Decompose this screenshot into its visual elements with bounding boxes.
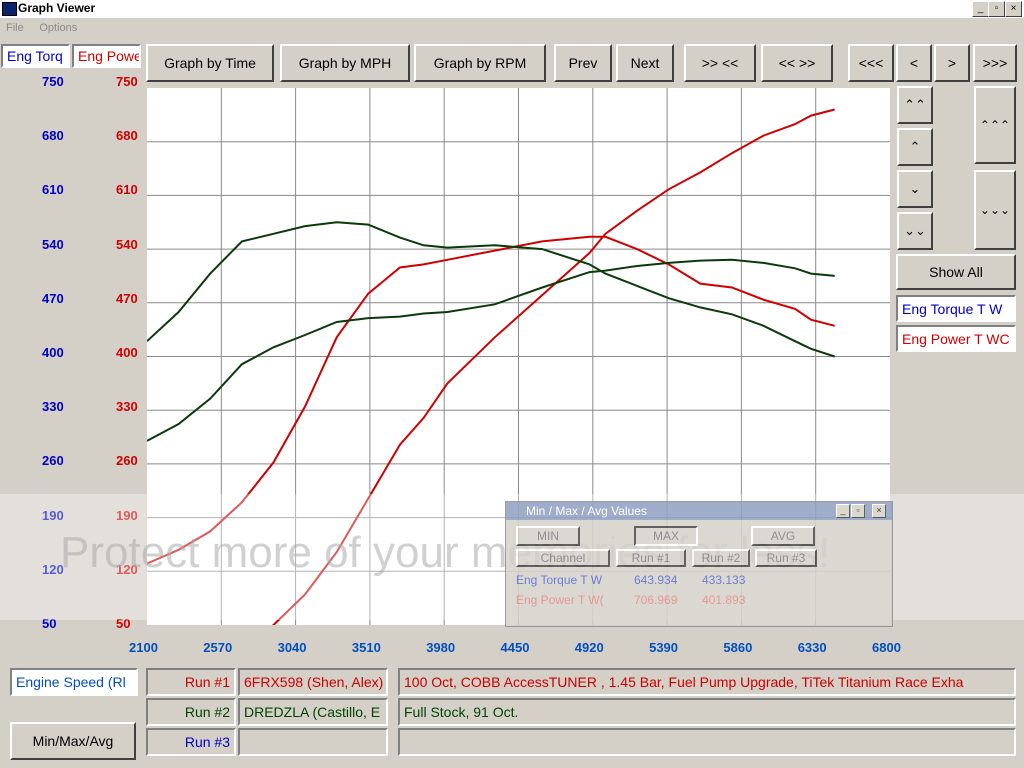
x-axis-tick: 4450 [500, 640, 530, 655]
power-axis-tick: 50 [116, 616, 131, 631]
x-axis-tick: 3980 [426, 640, 456, 655]
prev-button[interactable]: Prev [554, 44, 612, 82]
torque-axis-tick: 610 [42, 182, 64, 198]
menu-file[interactable]: File [6, 22, 24, 34]
close-button[interactable]: × [1005, 1, 1022, 17]
scroll-up-page-button[interactable]: ⌃⌃ [897, 86, 933, 124]
x-axis-tick: 2100 [129, 640, 158, 655]
power-axis-tick: 190 [116, 507, 138, 523]
dialog-minimize-button[interactable]: _ [836, 504, 850, 518]
dialog-header-run2: Run #2 [692, 549, 750, 567]
dialog-row-power-run2: 401.893 [702, 593, 746, 607]
run1-description[interactable]: 100 Oct, COBB AccessTUNER , 1.45 Bar, Fu… [398, 668, 1016, 696]
torque-axis-tick: 50 [42, 616, 57, 631]
scroll-down-button[interactable]: ⌄ [897, 170, 933, 208]
scroll-left-button[interactable]: < [896, 44, 932, 82]
dialog-titlebar: Min / Max / Avg Values _ ▫ × [506, 502, 892, 520]
graph-by-mph-button[interactable]: Graph by MPH [280, 44, 410, 82]
torque-axis-tick: 330 [42, 399, 64, 415]
menu-options[interactable]: Options [39, 22, 77, 34]
scale-down-button[interactable]: ⌄⌄⌄ [974, 170, 1016, 250]
dialog-header-run1: Run #1 [616, 549, 686, 567]
power-axis-tick: 750 [116, 74, 138, 89]
scroll-down-page-button[interactable]: ⌄⌄ [897, 212, 933, 250]
zoom-in-button[interactable]: >> << [684, 44, 756, 82]
menu-bar: File Options [0, 19, 1024, 37]
run2-label: Run #2 [146, 698, 236, 726]
maximize-button[interactable]: ▫ [988, 1, 1005, 17]
dialog-row-torque-channel: Eng Torque T W [516, 573, 603, 587]
minmaxavg-dialog: Min / Max / Avg Values _ ▫ × MIN MAX AVG… [505, 501, 893, 627]
x-axis-tick: 5860 [723, 640, 753, 655]
dialog-header-run3: Run #3 [755, 549, 817, 567]
power-axis-tick: 330 [116, 399, 138, 415]
dialog-row-torque-run1: 643.934 [634, 573, 678, 587]
torque-axis-tick: 260 [42, 453, 64, 469]
power-axis-tick: 610 [116, 182, 138, 198]
power-channel-field[interactable]: Eng Powe [72, 44, 141, 68]
torque-axis-tick: 190 [42, 507, 64, 523]
window-title: Graph Viewer [18, 1, 96, 15]
run2-description[interactable]: Full Stock, 91 Oct. [398, 698, 1016, 726]
dialog-avg-button[interactable]: AVG [751, 526, 815, 546]
torque-channel-field[interactable]: Eng Torq [1, 44, 70, 68]
zoom-out-button[interactable]: << >> [761, 44, 833, 82]
title-bar: Graph Viewer _ ▫ × [0, 0, 1024, 18]
x-channel-field[interactable]: Engine Speed (Rl [10, 668, 138, 696]
run3-label: Run #3 [146, 728, 236, 756]
power-axis-tick: 400 [116, 345, 138, 360]
scroll-first-button[interactable]: <<< [848, 44, 894, 82]
dialog-row-power-channel: Eng Power T W( [516, 593, 604, 607]
torque-axis-tick: 750 [42, 74, 64, 89]
dialog-title: Min / Max / Avg Values [526, 504, 647, 518]
power-axis-tick: 680 [116, 128, 138, 144]
minmaxavg-button[interactable]: Min/Max/Avg [10, 722, 136, 760]
x-axis-tick: 3040 [277, 640, 307, 655]
app-icon [2, 2, 17, 16]
x-axis-tick: 4920 [574, 640, 604, 655]
torque-axis-tick: 400 [42, 345, 64, 360]
graph-by-rpm-button[interactable]: Graph by RPM [414, 44, 546, 82]
scroll-up-button[interactable]: ⌃ [897, 128, 933, 166]
x-axis-tick: 3510 [351, 640, 381, 655]
x-axis-tick: 2570 [203, 640, 233, 655]
torque-axis-tick: 470 [42, 290, 64, 306]
run3-description[interactable] [398, 728, 1016, 756]
dialog-max-button[interactable]: MAX [634, 526, 698, 546]
dialog-row-torque-run2: 433.133 [702, 573, 746, 587]
x-axis-tick: 6800 [872, 640, 901, 655]
run1-label: Run #1 [146, 668, 236, 696]
dialog-row-power-run1: 706.969 [634, 593, 678, 607]
legend-torque[interactable]: Eng Torque T W [896, 295, 1016, 322]
next-button[interactable]: Next [616, 44, 674, 82]
torque-axis-tick: 120 [42, 561, 64, 577]
minimize-button[interactable]: _ [972, 1, 989, 17]
dialog-close-button[interactable]: × [872, 504, 886, 518]
show-all-button[interactable]: Show All [896, 254, 1016, 290]
x-axis-tick: 5390 [649, 640, 679, 655]
scroll-right-button[interactable]: > [934, 44, 970, 82]
power-axis-tick: 260 [116, 453, 138, 469]
run1-name[interactable]: 6FRX598 (Shen, Alex) [238, 668, 388, 696]
legend-power[interactable]: Eng Power T WC [896, 325, 1016, 352]
run3-name[interactable] [238, 728, 388, 756]
dialog-maximize-button[interactable]: ▫ [851, 504, 865, 518]
scroll-last-button[interactable]: >>> [973, 44, 1017, 82]
dialog-header-channel: Channel [516, 549, 610, 567]
power-axis-tick: 470 [116, 290, 138, 306]
power-axis-tick: 120 [116, 561, 138, 577]
scale-up-button[interactable]: ⌃⌃⌃ [974, 86, 1016, 164]
torque-axis-tick: 540 [42, 236, 64, 252]
power-axis-tick: 540 [116, 236, 138, 252]
x-axis-tick: 6330 [797, 640, 827, 655]
graph-by-time-button[interactable]: Graph by Time [146, 44, 274, 82]
series-line [146, 221, 836, 358]
run2-name[interactable]: DREDZLA (Castillo, E [238, 698, 388, 726]
torque-axis-tick: 680 [42, 128, 64, 144]
dialog-min-button[interactable]: MIN [516, 526, 580, 546]
